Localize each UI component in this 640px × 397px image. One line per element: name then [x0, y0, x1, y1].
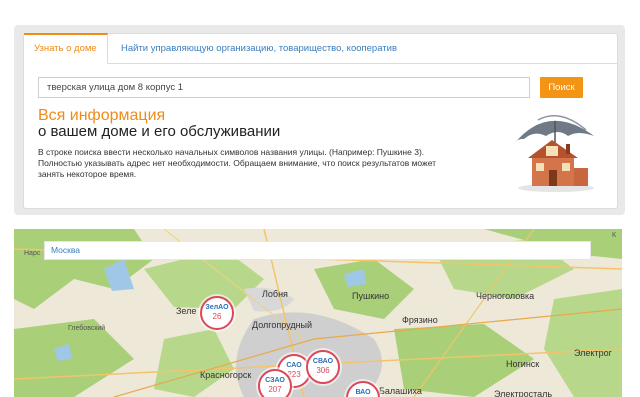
map-label-elektrogorsk: Электрог	[574, 348, 612, 358]
search-button[interactable]: Поиск	[540, 77, 583, 98]
info-subheading: о вашем доме и его обслуживании	[38, 123, 281, 140]
tab-find-organization[interactable]: Найти управляющую организацию, товарищес…	[121, 34, 397, 63]
cluster-count: 306	[316, 366, 330, 375]
cluster-name: ВАО	[355, 389, 371, 396]
map-label-nara: Нарс	[24, 250, 41, 257]
map-label-fryazino: Фрязино	[402, 315, 438, 325]
map-cluster-svao[interactable]: СВАО 306	[306, 350, 340, 384]
map-label-zele: Зеле	[176, 306, 197, 316]
map-cluster-szao[interactable]: СЗАО 207	[258, 369, 292, 397]
cluster-name: САО	[286, 362, 302, 369]
map-label-pushkino: Пушкино	[352, 291, 390, 301]
map-label-chernogolovka: Черноголовка	[476, 291, 535, 301]
map-label-dolgoprudny: Долгопрудный	[252, 320, 313, 330]
map-label-balashikha: Балашиха	[379, 386, 422, 396]
info-panel: Узнать о доме Найти управляющую организа…	[14, 25, 625, 215]
district-map[interactable]: Москва Нарс К Лобня Пушкино Черноголовка…	[14, 229, 622, 397]
search-input[interactable]	[38, 77, 530, 98]
info-description: В строке поиска ввести несколько начальн…	[38, 147, 437, 179]
house-umbrella-illustration	[514, 115, 594, 192]
map-label-elektrostal: Электросталь	[494, 389, 553, 397]
search-row: Поиск	[38, 77, 583, 98]
cluster-name: СВАО	[312, 358, 334, 365]
cluster-name: СЗАО	[265, 377, 285, 384]
map-label-glebovsky: Глебовский	[68, 325, 106, 332]
cluster-count: 207	[268, 385, 282, 394]
tab-bar: Узнать о доме Найти управляющую организа…	[24, 33, 617, 64]
map-label-noginsk: Ногинск	[506, 359, 540, 369]
map-label-k: К	[612, 232, 617, 239]
map-label-lobnya: Лобня	[262, 289, 288, 299]
map-location-field[interactable]: Москва	[44, 241, 591, 260]
cluster-count: 26	[212, 312, 222, 321]
map-cluster-zelao[interactable]: ЗелАО 26	[200, 296, 234, 330]
tab-about-house[interactable]: Узнать о доме	[24, 33, 108, 64]
map-label-krasnogorsk: Красногорск	[200, 370, 252, 380]
cluster-name: ЗелАО	[205, 304, 229, 311]
info-card: Узнать о доме Найти управляющую организа…	[23, 33, 618, 209]
